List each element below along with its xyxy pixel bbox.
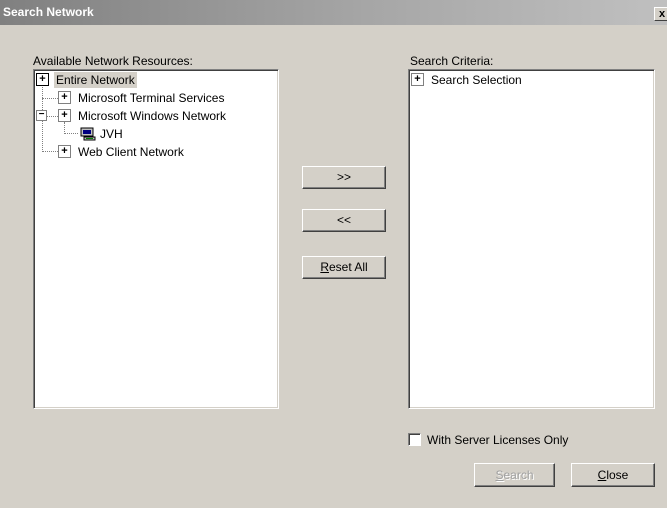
tree-node-microsoft-windows-network[interactable]: − + Microsoft Windows Network — [36, 108, 276, 124]
collapse-icon[interactable]: − — [36, 110, 47, 121]
reset-all-label: eset All — [328, 260, 368, 274]
available-resources-tree[interactable]: + Entire Network + Microsoft Terminal Se… — [33, 69, 279, 409]
tree-node-label: JVH — [100, 127, 123, 141]
expand-icon[interactable]: + — [58, 145, 71, 158]
search-label: earch — [503, 467, 534, 482]
tree-node-label: Web Client Network — [78, 145, 184, 159]
tree-node-label: Search Selection — [431, 73, 522, 87]
expand-icon[interactable]: + — [58, 91, 71, 104]
available-resources-label: Available Network Resources: — [33, 54, 193, 68]
expand-icon[interactable]: + — [411, 73, 424, 86]
add-to-criteria-button[interactable]: >> — [302, 166, 386, 189]
server-licenses-checkbox[interactable] — [408, 433, 421, 446]
reset-all-accelerator: R — [320, 260, 329, 274]
title-bar[interactable]: Search Network x — [0, 0, 667, 25]
expand-icon[interactable]: + — [58, 109, 71, 122]
tree-node-label: Microsoft Windows Network — [78, 109, 227, 123]
tree-node-search-selection[interactable]: + Search Selection — [411, 72, 651, 88]
computer-icon — [80, 127, 96, 141]
window-title: Search Network — [3, 5, 94, 19]
close-window-button[interactable]: x — [654, 7, 667, 21]
close-icon: x — [658, 8, 666, 20]
search-button[interactable]: Search — [474, 463, 555, 487]
reset-all-button[interactable]: Reset All — [302, 256, 386, 279]
tree-node-label: Microsoft Terminal Services — [78, 91, 225, 105]
tree-node-microsoft-terminal-services[interactable]: + Microsoft Terminal Services — [36, 90, 276, 106]
tree-node-jvh[interactable]: JVH — [36, 126, 276, 142]
server-licenses-label: With Server Licenses Only — [427, 433, 569, 447]
tree-node-label: Entire Network — [54, 72, 137, 88]
search-network-dialog: Search Network x Available Network Resou… — [0, 0, 667, 508]
expand-icon[interactable]: + — [36, 73, 49, 86]
close-button[interactable]: Close — [571, 463, 655, 487]
close-label: lose — [606, 467, 629, 482]
remove-from-criteria-button[interactable]: << — [302, 209, 386, 232]
tree-node-web-client-network[interactable]: + Web Client Network — [36, 144, 276, 160]
tree-node-entire-network[interactable]: + Entire Network — [36, 72, 276, 88]
search-criteria-label: Search Criteria: — [410, 54, 494, 68]
search-criteria-tree[interactable]: + Search Selection — [408, 69, 655, 409]
